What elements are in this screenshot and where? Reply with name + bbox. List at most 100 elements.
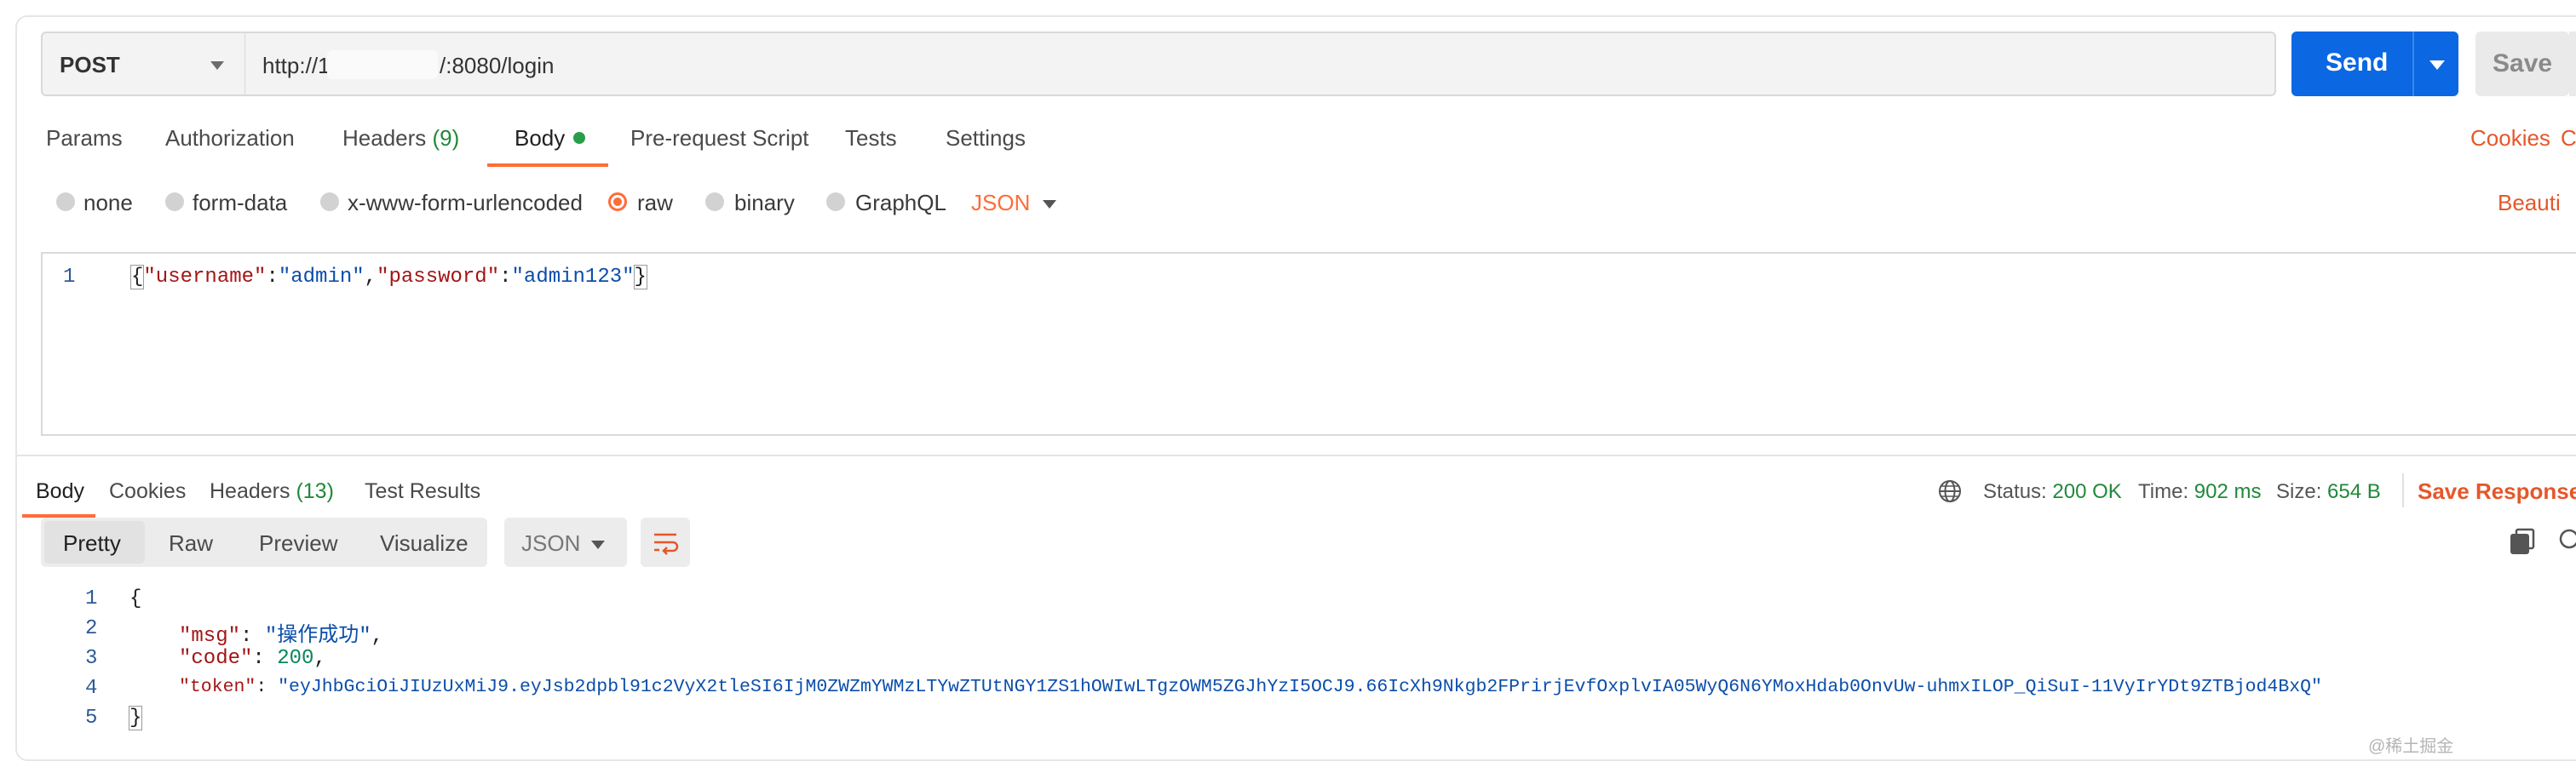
time-value: 902 ms — [2194, 480, 2262, 503]
json-brace: } — [128, 706, 143, 730]
json-brace: { — [129, 265, 145, 289]
size-label: Size: — [2276, 480, 2322, 503]
response-tab-headers[interactable]: Headers (13) — [210, 479, 334, 504]
save-button[interactable]: Save — [2475, 31, 2569, 96]
url-suffix: /:8080/login — [440, 53, 555, 78]
save-options-button[interactable] — [2569, 31, 2576, 96]
response-headers-label: Headers — [210, 479, 290, 503]
line-number: 5 — [85, 707, 98, 730]
response-status: Status: 200 OK — [1983, 480, 2122, 504]
time-label: Time: — [2138, 480, 2189, 503]
tab-headers[interactable]: Headers (9) — [342, 125, 459, 152]
send-button[interactable]: Send — [2291, 31, 2458, 96]
size-value: 654 B — [2327, 480, 2381, 503]
method-label: POST — [60, 52, 120, 77]
radio-binary-label: binary — [734, 190, 795, 215]
json-colon: : — [499, 266, 512, 289]
url-prefix: http://1 — [262, 53, 331, 78]
wrap-lines-icon — [654, 533, 679, 555]
json-value: "admin" — [278, 266, 365, 289]
send-label: Send — [2326, 49, 2389, 77]
line-number: 3 — [85, 647, 98, 670]
tab-body-label: Body — [515, 125, 566, 151]
send-options-chevron-icon[interactable] — [2429, 60, 2445, 70]
url-redaction — [327, 50, 438, 79]
tab-params[interactable]: Params — [46, 125, 123, 152]
send-divider — [2412, 31, 2414, 96]
tab-pre-request-script[interactable]: Pre-request Script — [630, 125, 809, 152]
line-number: 4 — [85, 677, 98, 700]
radio-form-data[interactable] — [165, 192, 184, 211]
response-format-select[interactable]: JSON — [504, 518, 627, 567]
json-number: 200 — [277, 647, 314, 670]
wrap-lines-button[interactable] — [641, 518, 690, 567]
response-line-token: "token": "eyJhbGciOiJIUzUxMiJ9.eyJsb2dpb… — [179, 677, 2322, 697]
radio-binary[interactable] — [705, 192, 724, 211]
request-body-editor[interactable]: 1 {"username":"admin","password":"admin1… — [41, 252, 2576, 436]
view-pretty[interactable]: Pretty — [63, 530, 121, 557]
json-value: "eyJhbGciOiJIUzUxMiJ9.eyJsb2dpbl91c2VyX2… — [278, 677, 2322, 697]
copy-icon[interactable] — [2508, 526, 2537, 555]
request-body-code[interactable]: {"username":"admin","password":"admin123… — [129, 265, 647, 289]
radio-raw-label: raw — [637, 190, 673, 215]
json-colon: : — [266, 266, 279, 289]
response-headers-count: (13) — [296, 479, 334, 503]
json-value: "操作成功" — [264, 625, 371, 648]
status-value: 200 OK — [2052, 480, 2122, 503]
search-icon[interactable] — [2556, 526, 2576, 555]
response-format-label: JSON — [521, 530, 581, 556]
response-time: Time: 902 ms — [2138, 480, 2261, 504]
response-size: Size: 654 B — [2276, 480, 2381, 504]
radio-graphql-label: GraphQL — [855, 190, 946, 215]
chevron-down-icon — [210, 61, 224, 70]
json-brace: { — [129, 587, 142, 610]
tab-headers-label: Headers — [342, 125, 427, 151]
radio-form-data-label: form-data — [193, 190, 288, 215]
json-key: "msg" — [179, 625, 241, 648]
response-line-msg: "msg": "操作成功", — [179, 625, 384, 648]
json-value: "admin123" — [511, 266, 635, 289]
tab-headers-count: (9) — [432, 125, 460, 151]
meta-divider — [2402, 473, 2404, 507]
view-visualize[interactable]: Visualize — [380, 530, 469, 557]
method-select[interactable]: POST — [41, 31, 245, 96]
save-response-button[interactable]: Save Response — [2418, 478, 2576, 505]
cookies-link[interactable]: Cookies — [2470, 125, 2550, 152]
chevron-down-icon — [591, 541, 605, 549]
active-tab-indicator — [487, 163, 608, 167]
pane-divider[interactable] — [17, 455, 2576, 456]
beautify-link[interactable]: Beauti — [2498, 190, 2561, 216]
code-link[interactable]: Co — [2561, 125, 2576, 152]
line-number: 1 — [63, 266, 76, 289]
line-number: 1 — [85, 587, 98, 610]
save-label: Save — [2493, 49, 2553, 77]
json-key: "username" — [143, 266, 267, 289]
view-raw[interactable]: Raw — [169, 530, 213, 557]
globe-icon[interactable] — [1937, 478, 1963, 504]
body-format-select[interactable]: JSON — [971, 190, 1030, 216]
tab-settings[interactable]: Settings — [946, 125, 1026, 152]
body-modified-dot-icon — [573, 132, 586, 144]
response-tab-body[interactable]: Body — [36, 479, 84, 504]
tab-tests[interactable]: Tests — [845, 125, 897, 152]
json-key: "code" — [179, 647, 253, 670]
watermark: @稀土掘金 — [2368, 737, 2454, 756]
response-tab-test-results[interactable]: Test Results — [365, 479, 480, 504]
json-key: "token" — [179, 677, 256, 697]
radio-graphql[interactable] — [826, 192, 845, 211]
chevron-down-icon[interactable] — [1043, 200, 1056, 209]
json-brace: } — [633, 265, 647, 289]
tab-body[interactable]: Body — [515, 125, 586, 152]
view-preview[interactable]: Preview — [259, 530, 337, 557]
app-window: POST http://1 /:8080/login Send Save Par… — [15, 15, 2576, 761]
view-mode-segmented: Pretty Raw Preview Visualize — [41, 518, 487, 567]
radio-x-www-form-urlencoded[interactable] — [320, 192, 339, 211]
radio-raw[interactable] — [608, 192, 627, 211]
tab-authorization[interactable]: Authorization — [165, 125, 295, 152]
json-key: "password" — [377, 266, 500, 289]
status-label: Status: — [1983, 480, 2047, 503]
response-tab-cookies[interactable]: Cookies — [109, 479, 186, 504]
response-line-code: "code": 200, — [179, 647, 326, 670]
radio-none[interactable] — [56, 192, 75, 211]
url-input[interactable]: http://1 /:8080/login — [245, 31, 2276, 96]
